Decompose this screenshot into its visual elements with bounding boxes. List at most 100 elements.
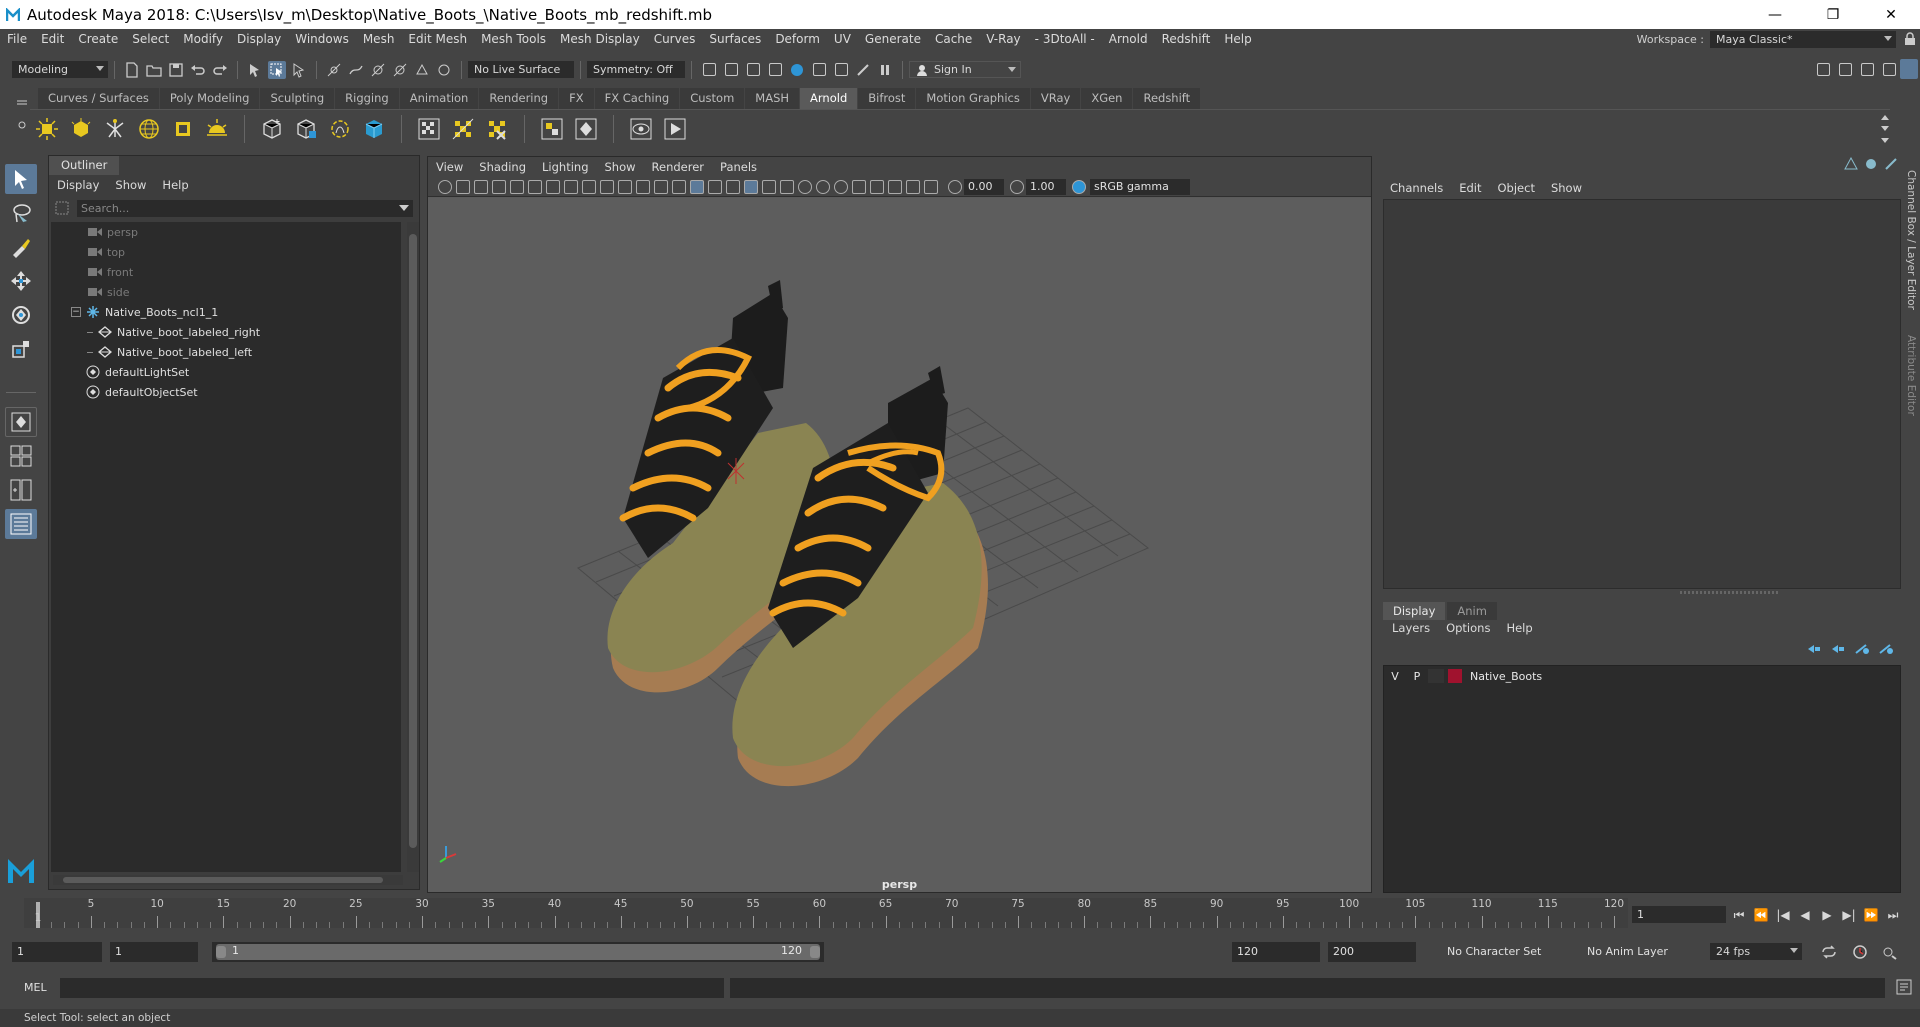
modeling-toolkit-icon[interactable] bbox=[1814, 60, 1832, 78]
outliner-menu-help[interactable]: Help bbox=[162, 176, 188, 194]
wireframe-icon[interactable] bbox=[672, 179, 686, 194]
script-editor-icon[interactable] bbox=[1896, 979, 1912, 998]
go-to-end-icon[interactable]: ⏭ bbox=[1882, 905, 1904, 925]
shelf-tab-xgen[interactable]: XGen bbox=[1081, 88, 1133, 109]
search-options-icon[interactable] bbox=[55, 201, 69, 218]
arnold-light-manager-icon[interactable] bbox=[572, 115, 600, 143]
select-hierarchy-icon[interactable] bbox=[246, 61, 264, 79]
menu-curves[interactable]: Curves bbox=[647, 29, 703, 49]
shelf-tab-rendering[interactable]: Rendering bbox=[479, 88, 559, 109]
redshift-tools-icon[interactable] bbox=[854, 61, 872, 79]
outliner-item-boot-left[interactable]: Native_boot_labeled_left bbox=[51, 342, 401, 362]
tool-settings-icon[interactable] bbox=[1884, 157, 1898, 171]
go-to-start-icon[interactable]: ⏮ bbox=[1728, 905, 1750, 925]
menu-edit-mesh[interactable]: Edit Mesh bbox=[401, 29, 474, 49]
new-scene-icon[interactable] bbox=[123, 61, 141, 79]
two-pane-layout-icon[interactable] bbox=[5, 475, 37, 505]
safe-title-icon[interactable] bbox=[654, 179, 668, 194]
step-forward-key-icon[interactable]: ⏩ bbox=[1860, 905, 1882, 925]
channels-menu[interactable]: Channels bbox=[1390, 181, 1443, 195]
isolate-select-icon[interactable] bbox=[870, 179, 884, 194]
panel-resize-handle[interactable] bbox=[1680, 591, 1780, 594]
restore-button[interactable]: ❐ bbox=[1804, 0, 1862, 29]
menu-windows[interactable]: Windows bbox=[288, 29, 356, 49]
select-tool-icon[interactable] bbox=[5, 164, 37, 194]
layer-color-swatch[interactable] bbox=[1448, 669, 1462, 683]
pause-icon[interactable] bbox=[876, 61, 894, 79]
select-camera-icon[interactable] bbox=[438, 179, 452, 194]
start-time-field[interactable]: 1 bbox=[12, 942, 102, 962]
time-slider-bar[interactable]: 5 10 15 20 25 30 35 40 45 50 55 60 65 70 75 80 85 90 95 100… bbox=[24, 898, 1628, 928]
select-object-icon[interactable] bbox=[268, 60, 286, 79]
fps-dropdown[interactable]: 24 fps bbox=[1710, 943, 1802, 960]
side-tab-channel-box[interactable]: Channel Box / Layer Editor bbox=[1905, 170, 1917, 310]
anti-aliasing-icon[interactable] bbox=[834, 179, 848, 194]
film-gate-icon[interactable] bbox=[564, 179, 578, 194]
shelf-tab-vray[interactable]: VRay bbox=[1030, 88, 1081, 109]
animation-preferences-icon[interactable] bbox=[1882, 944, 1898, 963]
smooth-shade-icon[interactable] bbox=[690, 179, 704, 194]
arnold-flush-textures-icon[interactable] bbox=[449, 115, 477, 143]
menu-arnold[interactable]: Arnold bbox=[1102, 29, 1155, 49]
depth-of-field-icon[interactable] bbox=[852, 179, 866, 194]
undo-icon[interactable] bbox=[189, 61, 207, 79]
outliner-vertical-scrollbar[interactable] bbox=[407, 222, 419, 872]
light-portal-icon[interactable] bbox=[169, 115, 197, 143]
sign-in-button[interactable]: Sign In bbox=[909, 61, 1021, 78]
menu-file[interactable]: File bbox=[0, 29, 34, 49]
new-layer-icon[interactable] bbox=[1854, 643, 1870, 658]
mesh-light-icon[interactable] bbox=[67, 115, 95, 143]
live-surface-field[interactable]: No Live Surface bbox=[468, 61, 574, 78]
exposure-field[interactable]: 0.00 bbox=[964, 178, 1004, 195]
menu-edit[interactable]: Edit bbox=[34, 29, 71, 49]
default-material-icon[interactable] bbox=[708, 179, 722, 194]
range-end-handle[interactable] bbox=[810, 946, 820, 958]
menu-display[interactable]: Display bbox=[230, 29, 288, 49]
channel-edit-menu[interactable]: Edit bbox=[1459, 181, 1481, 195]
menu-mesh-display[interactable]: Mesh Display bbox=[553, 29, 647, 49]
layer-row[interactable]: V P Native_Boots bbox=[1384, 666, 1900, 686]
snap-curve-icon[interactable] bbox=[347, 61, 365, 79]
ipr-render-icon[interactable] bbox=[744, 61, 762, 79]
anim-layer-dropdown[interactable]: No Anim Layer bbox=[1582, 942, 1692, 962]
arnold-render-icon[interactable] bbox=[661, 115, 689, 143]
viewport-menu-lighting[interactable]: Lighting bbox=[534, 157, 596, 177]
gamma-field[interactable]: 1.00 bbox=[1026, 178, 1066, 195]
motion-blur-icon[interactable] bbox=[816, 179, 830, 194]
shelf-tab-sculpting[interactable]: Sculpting bbox=[260, 88, 335, 109]
command-input[interactable] bbox=[60, 978, 724, 998]
render-frame-icon[interactable] bbox=[722, 61, 740, 79]
menu-vray[interactable]: V-Ray bbox=[979, 29, 1027, 49]
layer-options-menu[interactable]: Options bbox=[1446, 621, 1490, 635]
channel-box-icon[interactable] bbox=[1844, 156, 1858, 171]
outliner-layout-icon[interactable] bbox=[5, 509, 37, 539]
viewport-menu-shading[interactable]: Shading bbox=[471, 157, 534, 177]
attribute-editor-toggle-icon[interactable] bbox=[1836, 60, 1854, 78]
gamma-icon[interactable] bbox=[1010, 179, 1024, 194]
snap-grid-icon[interactable] bbox=[325, 61, 343, 79]
resolution-gate-icon[interactable] bbox=[582, 179, 596, 194]
outliner-item-front[interactable]: front bbox=[51, 262, 401, 282]
outliner-item-side[interactable]: side bbox=[51, 282, 401, 302]
new-layer-selected-icon[interactable] bbox=[1878, 643, 1894, 658]
camera-attributes-icon[interactable] bbox=[456, 179, 470, 194]
shelf-scroll-icon[interactable] bbox=[1880, 112, 1890, 149]
view-transform-field[interactable]: sRGB gamma bbox=[1090, 178, 1190, 195]
menu-select[interactable]: Select bbox=[125, 29, 176, 49]
outliner-item-persp[interactable]: persp bbox=[51, 222, 401, 242]
tool-settings-toggle-icon[interactable] bbox=[1858, 60, 1876, 78]
shadows-icon[interactable] bbox=[780, 179, 794, 194]
menu-mesh-tools[interactable]: Mesh Tools bbox=[474, 29, 553, 49]
hypershade-icon[interactable] bbox=[788, 61, 806, 79]
menu-set-dropdown[interactable]: Modeling bbox=[12, 61, 108, 78]
playback-end-field[interactable]: 120 bbox=[1232, 942, 1320, 962]
area-light-icon[interactable] bbox=[33, 115, 61, 143]
shelf-tab-fx[interactable]: FX bbox=[559, 88, 594, 109]
play-backwards-icon[interactable]: ◀ bbox=[1794, 905, 1816, 925]
physical-sky-icon[interactable] bbox=[203, 115, 231, 143]
layer-type-toggle[interactable] bbox=[1428, 669, 1444, 683]
screen-space-ao-icon[interactable] bbox=[798, 179, 812, 194]
single-pane-layout-icon[interactable] bbox=[5, 407, 37, 437]
end-time-field[interactable]: 200 bbox=[1328, 942, 1416, 962]
workspace-dropdown[interactable]: Maya Classic* bbox=[1710, 30, 1896, 48]
